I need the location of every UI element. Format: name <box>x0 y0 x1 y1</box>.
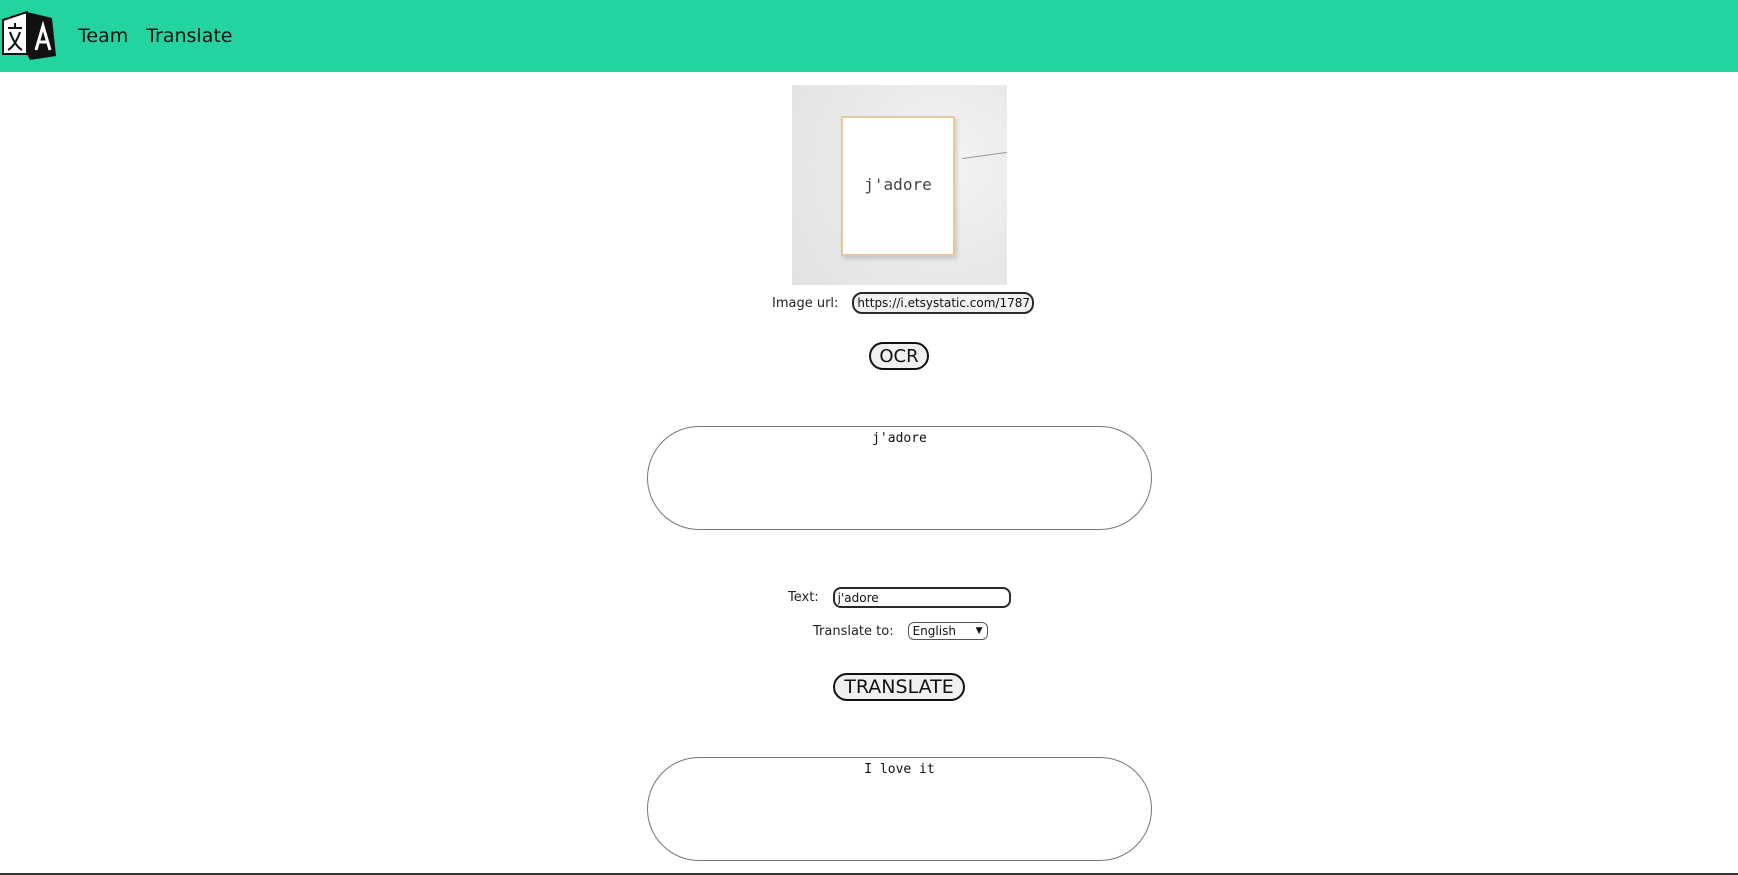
translate-to-label: Translate to: <box>813 623 894 639</box>
text-input[interactable] <box>832 587 1011 608</box>
translation-output-textarea[interactable]: I love it <box>647 757 1152 861</box>
text-label: Text: <box>788 590 819 605</box>
image-preview: j'adore <box>792 85 1007 285</box>
image-url-input[interactable] <box>852 292 1035 314</box>
frame-text: j'adore <box>864 175 932 194</box>
ocr-button[interactable]: OCR <box>869 342 929 370</box>
top-navbar: Team Translate <box>0 0 1738 72</box>
text-row: Text: <box>788 587 1011 608</box>
picture-frame: j'adore <box>841 116 955 256</box>
chevron-down-icon: ▼ <box>975 626 983 636</box>
image-url-label: Image url: <box>772 295 839 311</box>
image-url-row: Image url: <box>772 292 1035 314</box>
wall-crack <box>962 151 1007 160</box>
translate-button[interactable]: TRANSLATE <box>833 673 965 701</box>
nav-link-team[interactable]: Team <box>78 25 128 47</box>
language-select-value: English <box>912 624 956 638</box>
language-select[interactable]: English ▼ <box>907 622 988 640</box>
ocr-output-textarea[interactable]: j'adore <box>647 426 1152 530</box>
translate-logo-icon[interactable] <box>0 6 60 66</box>
translate-to-row: Translate to: English ▼ <box>813 622 988 640</box>
nav-link-translate[interactable]: Translate <box>146 25 232 47</box>
